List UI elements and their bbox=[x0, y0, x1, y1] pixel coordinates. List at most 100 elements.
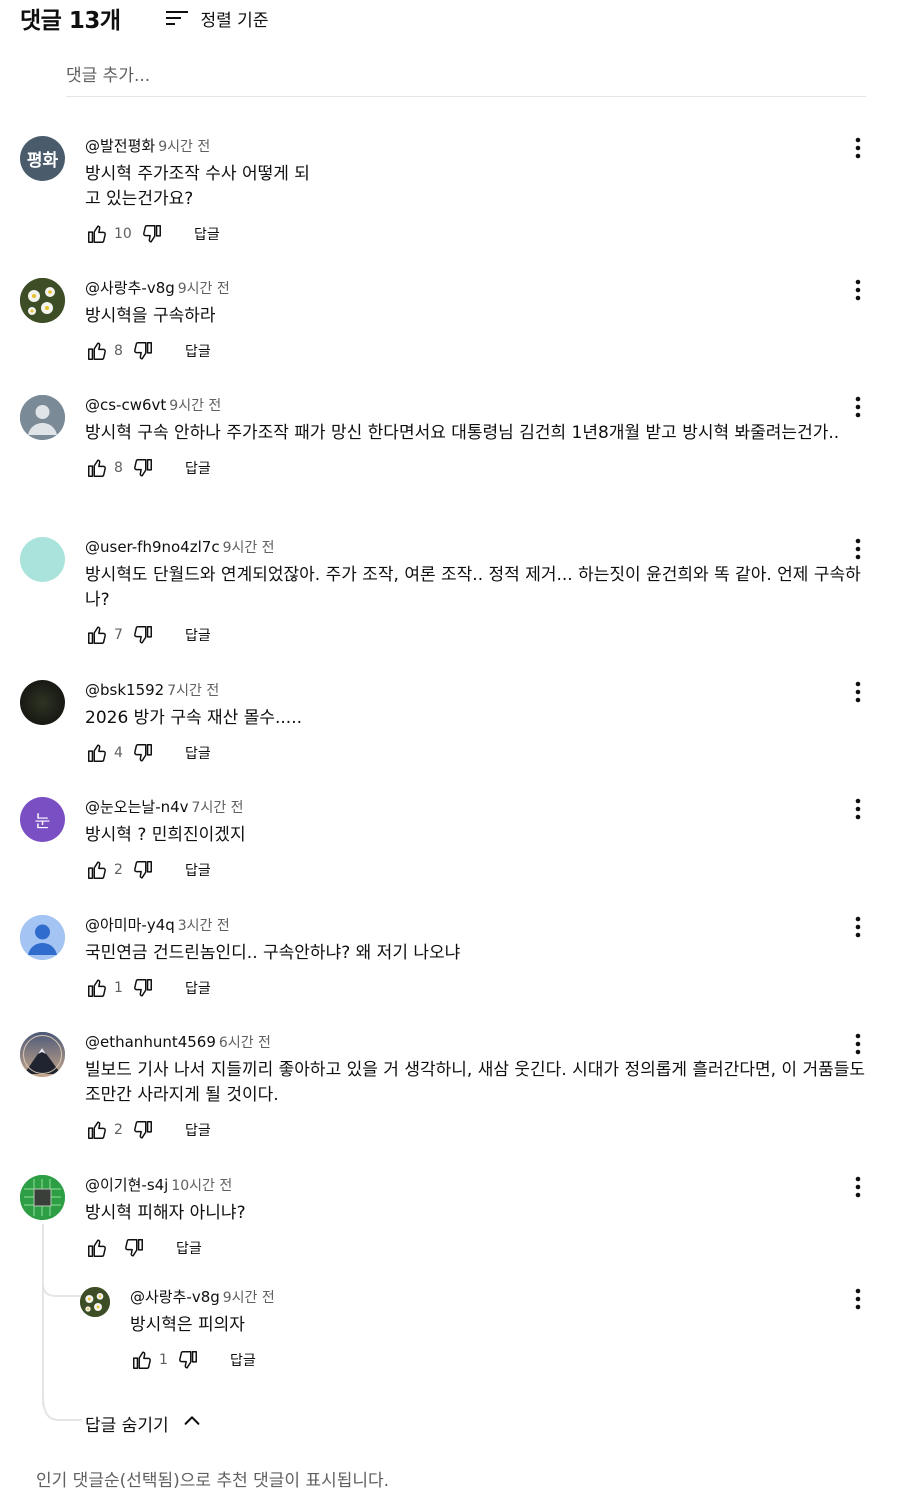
more-options-icon[interactable] bbox=[846, 797, 870, 821]
like-icon[interactable] bbox=[85, 339, 109, 363]
comment-actions: 7 답글 bbox=[85, 623, 875, 647]
more-options-icon[interactable] bbox=[846, 1032, 870, 1056]
reply-button[interactable]: 답글 bbox=[176, 1238, 202, 1258]
comment-time[interactable]: 9시간 전 bbox=[223, 1290, 275, 1306]
comment-time[interactable]: 9시간 전 bbox=[178, 281, 230, 297]
comment-author[interactable]: @사랑추-v8g bbox=[130, 1288, 220, 1306]
comment-time[interactable]: 9시간 전 bbox=[169, 398, 221, 414]
reply-button[interactable]: 답글 bbox=[194, 224, 220, 244]
thread-branch bbox=[42, 1284, 82, 1297]
comment-time[interactable]: 3시간 전 bbox=[178, 918, 230, 934]
avatar[interactable]: 눈 bbox=[20, 797, 65, 842]
more-options-icon[interactable] bbox=[846, 915, 870, 939]
dislike-icon[interactable] bbox=[131, 623, 155, 647]
comment-actions: 4 답글 bbox=[85, 741, 875, 765]
comment-author[interactable]: @발전평화 bbox=[85, 137, 155, 155]
avatar-text: 눈 bbox=[34, 812, 51, 832]
comment-actions: 1 답글 bbox=[85, 976, 875, 1000]
comment-time[interactable]: 9시간 전 bbox=[223, 540, 275, 556]
comment-author[interactable]: @이기현-s4j bbox=[85, 1176, 168, 1194]
dislike-icon[interactable] bbox=[131, 858, 155, 882]
sort-button[interactable]: 정렬 기준 bbox=[165, 6, 269, 31]
like-icon[interactable] bbox=[85, 741, 109, 765]
reply-button[interactable]: 답글 bbox=[185, 978, 211, 998]
avatar[interactable]: 평화 bbox=[20, 136, 65, 181]
dislike-icon[interactable] bbox=[131, 741, 155, 765]
add-comment-input[interactable] bbox=[66, 60, 866, 92]
like-count: 8 bbox=[114, 460, 123, 476]
avatar[interactable] bbox=[20, 395, 65, 440]
reply-button[interactable]: 답글 bbox=[230, 1350, 256, 1370]
comment-time[interactable]: 7시간 전 bbox=[167, 683, 219, 699]
sort-info-text: 인기 댓글순(선택됨)으로 추천 댓글이 표시됩니다. bbox=[36, 1471, 390, 1491]
comment-text: 방시혁을 구속하라 bbox=[85, 306, 216, 326]
reply-button[interactable]: 답글 bbox=[185, 860, 211, 880]
dislike-icon[interactable] bbox=[131, 456, 155, 480]
comment-time[interactable]: 6시간 전 bbox=[219, 1035, 271, 1051]
more-options-icon[interactable] bbox=[846, 1175, 870, 1199]
dislike-icon[interactable] bbox=[131, 976, 155, 1000]
comment-time[interactable]: 7시간 전 bbox=[192, 800, 244, 816]
comment-actions: 8 답글 bbox=[85, 456, 875, 480]
more-options-icon[interactable] bbox=[846, 680, 870, 704]
like-icon[interactable] bbox=[130, 1348, 154, 1372]
reply-button[interactable]: 답글 bbox=[185, 743, 211, 763]
comment-actions: 10 답글 bbox=[85, 222, 875, 246]
dislike-icon[interactable] bbox=[122, 1236, 146, 1260]
more-options-icon[interactable] bbox=[846, 395, 870, 419]
comment-body: @눈오는날-n4v 7시간 전 방시혁 ? 민희진이겠지 2 답글 bbox=[85, 797, 875, 882]
sort-label: 정렬 기준 bbox=[200, 10, 269, 31]
comment-author[interactable]: @ethanhunt4569 bbox=[85, 1033, 216, 1051]
reply-button[interactable]: 답글 bbox=[185, 341, 211, 361]
comment-author[interactable]: @사랑추-v8g bbox=[85, 279, 175, 297]
dislike-icon[interactable] bbox=[131, 339, 155, 363]
avatar[interactable] bbox=[20, 680, 65, 725]
comment-actions: 2 답글 bbox=[85, 1118, 875, 1142]
like-icon[interactable] bbox=[85, 1236, 109, 1260]
daisy-avatar-icon bbox=[20, 278, 65, 323]
more-options-icon[interactable] bbox=[846, 537, 870, 561]
comment-author[interactable]: @눈오는날-n4v bbox=[85, 798, 189, 816]
more-options-icon[interactable] bbox=[846, 136, 870, 160]
thread-branch bbox=[42, 1396, 82, 1421]
hide-replies-button[interactable]: 답글 숨기기 bbox=[85, 1410, 203, 1437]
dislike-icon[interactable] bbox=[131, 1118, 155, 1142]
more-options-icon[interactable] bbox=[846, 278, 870, 302]
comment-time[interactable]: 10시간 전 bbox=[171, 1178, 232, 1194]
avatar[interactable] bbox=[80, 1287, 110, 1317]
comment-text: 국민연금 건드린놈인디.. 구속안하냐? 왜 저기 나오냐 bbox=[85, 943, 461, 963]
like-count: 1 bbox=[159, 1352, 168, 1368]
reply-button[interactable]: 답글 bbox=[185, 1120, 211, 1140]
like-icon[interactable] bbox=[85, 976, 109, 1000]
avatar[interactable] bbox=[20, 1032, 65, 1077]
avatar[interactable] bbox=[20, 915, 65, 960]
more-options-icon[interactable] bbox=[846, 1287, 870, 1311]
daisy-avatar-icon bbox=[80, 1287, 110, 1317]
like-icon[interactable] bbox=[85, 1118, 109, 1142]
comment-author[interactable]: @cs-cw6vt bbox=[85, 396, 166, 414]
comment-body: @ethanhunt4569 6시간 전 빌보드 기사 나서 지들끼리 좋아하고 … bbox=[85, 1032, 875, 1142]
like-icon[interactable] bbox=[85, 623, 109, 647]
dislike-icon[interactable] bbox=[176, 1348, 200, 1372]
reply-button[interactable]: 답글 bbox=[185, 458, 211, 478]
reply-button[interactable]: 답글 bbox=[185, 625, 211, 645]
comment-text: 방시혁은 피의자 bbox=[130, 1315, 245, 1335]
comment-time[interactable]: 9시간 전 bbox=[158, 139, 210, 155]
avatar[interactable] bbox=[20, 1175, 65, 1220]
dislike-icon[interactable] bbox=[140, 222, 164, 246]
comment-body: @아미마-y4q 3시간 전 국민연금 건드린놈인디.. 구속안하냐? 왜 저기 … bbox=[85, 915, 875, 1000]
avatar[interactable] bbox=[20, 278, 65, 323]
like-count: 2 bbox=[114, 862, 123, 878]
comment-author[interactable]: @user-fh9no4zl7c bbox=[85, 538, 220, 556]
comment-text: 방시혁 피해자 아니냐? bbox=[85, 1203, 246, 1223]
comment-author[interactable]: @아미마-y4q bbox=[85, 916, 175, 934]
avatar[interactable] bbox=[20, 537, 65, 582]
comment-actions: 2 답글 bbox=[85, 858, 875, 882]
like-icon[interactable] bbox=[85, 456, 109, 480]
chip-avatar-icon bbox=[20, 1175, 65, 1220]
add-comment-row bbox=[66, 60, 866, 97]
like-icon[interactable] bbox=[85, 858, 109, 882]
like-icon[interactable] bbox=[85, 222, 109, 246]
comment-author[interactable]: @bsk1592 bbox=[85, 681, 164, 699]
sort-icon bbox=[165, 8, 189, 28]
